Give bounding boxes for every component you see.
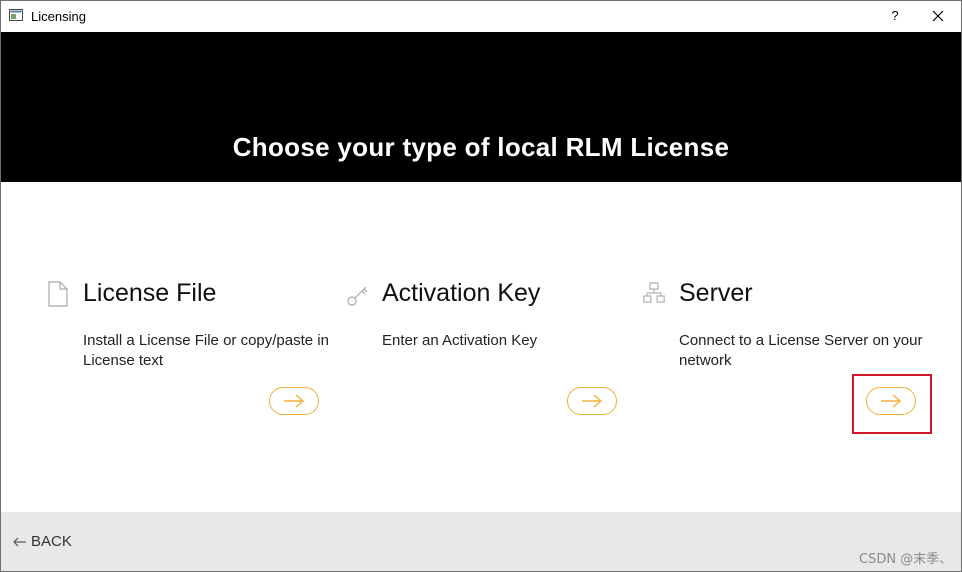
license-file-next-button[interactable] [269,387,319,415]
option-description: Connect to a License Server on your netw… [679,332,923,369]
back-button[interactable]: BACK [13,533,72,550]
watermark-text: CSDN @末季、 [859,552,953,567]
document-icon [48,281,68,307]
back-label: BACK [31,533,72,550]
option-title: Server [679,279,753,307]
option-description: Install a License File or copy/paste in … [83,332,329,369]
key-icon [347,286,368,306]
licensing-window: Licensing ? Choose your type of local RL… [0,0,962,572]
option-title: Activation Key [382,279,541,307]
header-banner: Choose your type of local RLM License [1,32,961,182]
title-bar: Licensing ? [1,1,961,31]
window-title: Licensing [31,9,86,24]
network-server-icon [643,282,665,303]
arrow-right-icon [582,394,603,408]
app-window-icon [9,9,23,21]
page-title: Choose your type of local RLM License [232,132,730,162]
close-icon [932,10,944,22]
help-button[interactable]: ? [881,5,909,27]
arrow-right-icon [284,394,305,408]
close-button[interactable] [923,5,953,27]
footer-bar: BACK CSDN @末季、 [1,512,961,571]
option-description: Enter an Activation Key [382,332,538,349]
option-title: License File [83,279,217,307]
highlight-box [852,374,932,434]
activation-key-next-button[interactable] [567,387,617,415]
arrow-left-icon [13,537,26,546]
